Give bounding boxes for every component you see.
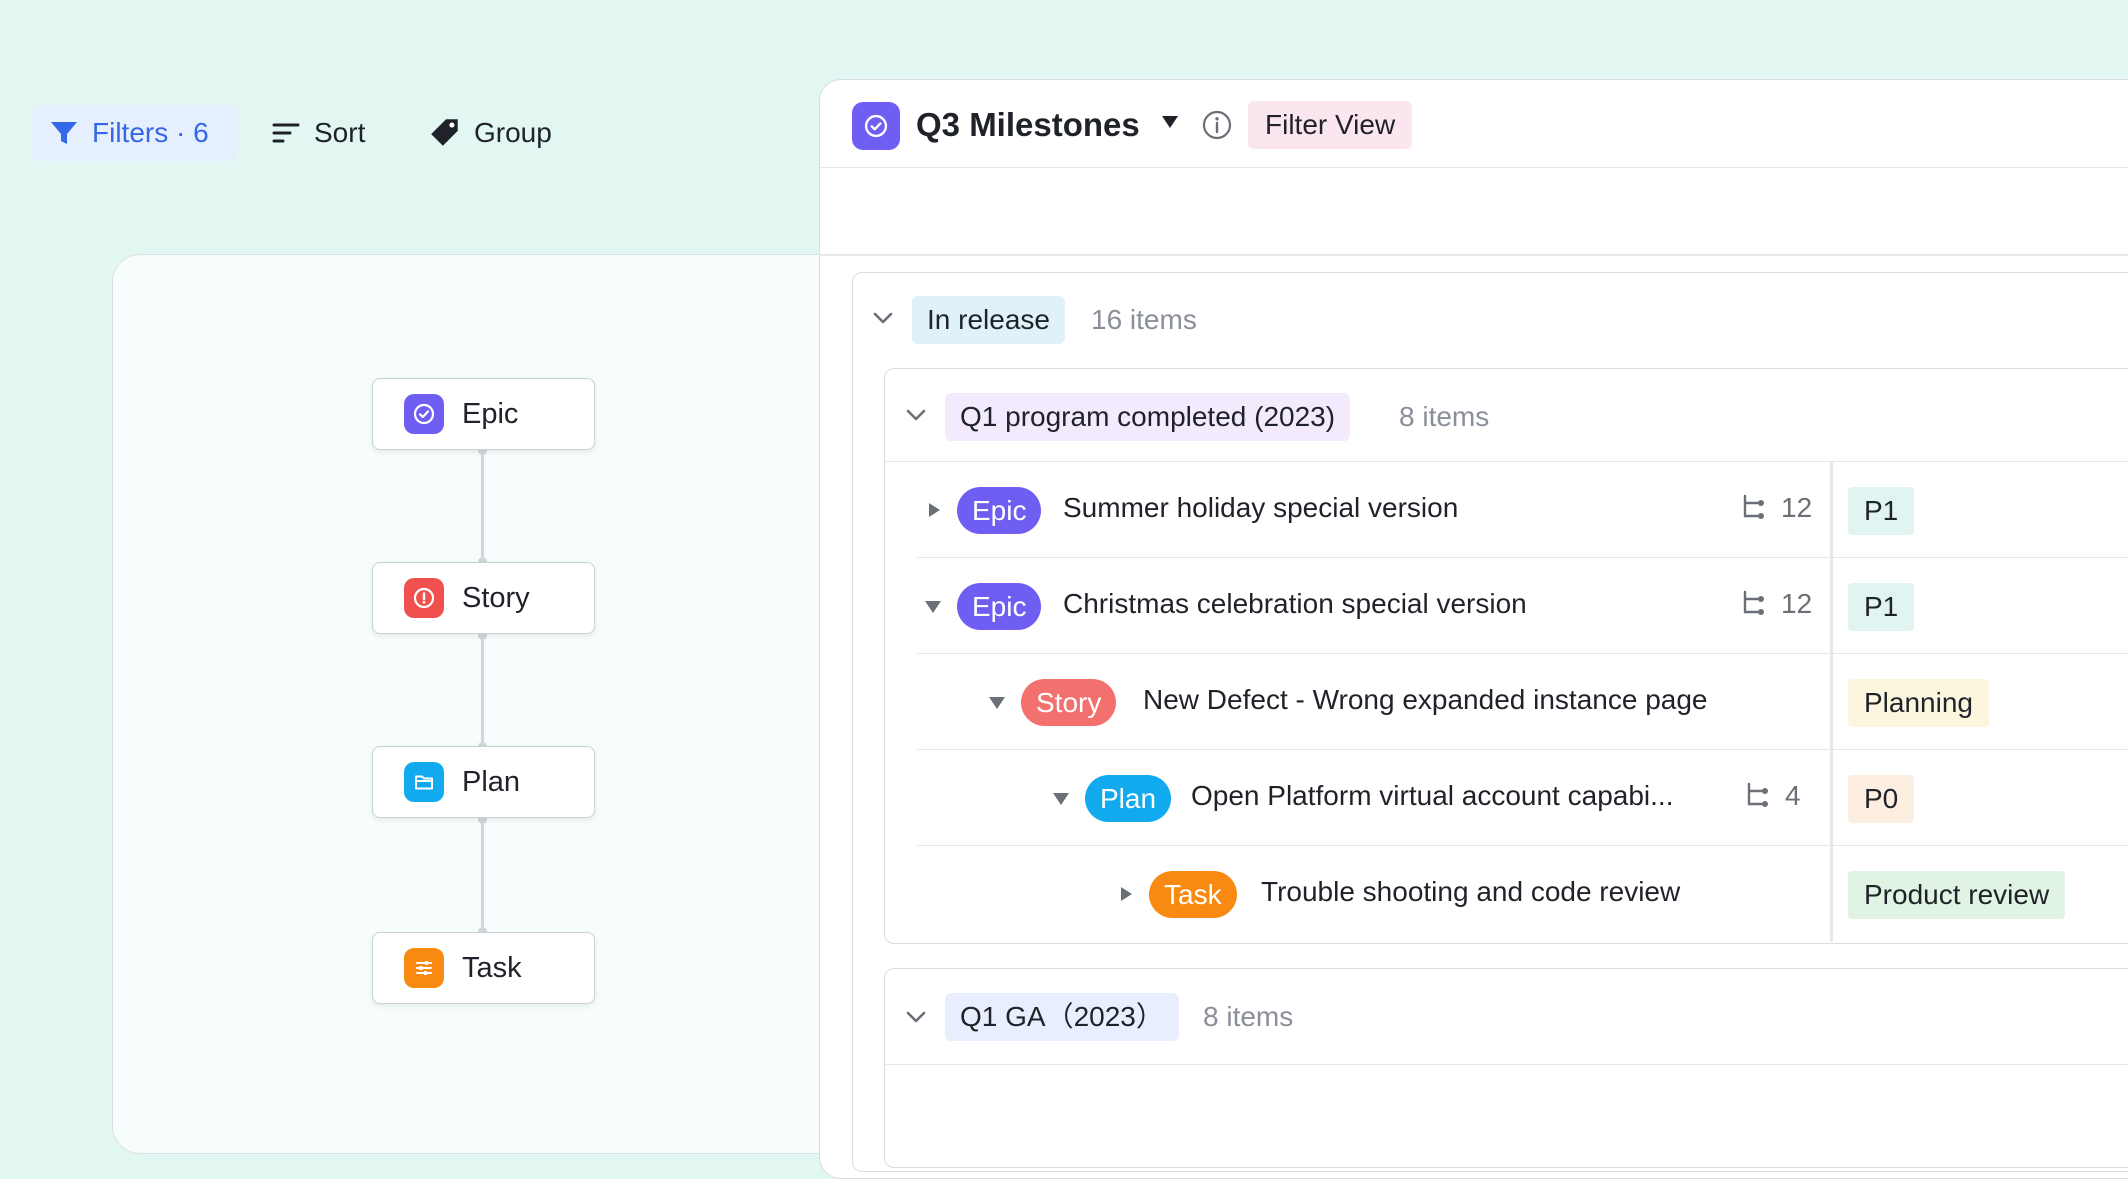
hierarchy-connector (481, 447, 484, 937)
group-label: Group (474, 117, 552, 148)
table-row[interactable]: Task Trouble shooting and code review Pr… (885, 846, 2128, 942)
hierarchy-node-label: Epic (462, 397, 519, 430)
folder-icon (404, 762, 444, 802)
toolbar-divider (819, 254, 2128, 256)
caret-down-icon[interactable] (1051, 791, 1071, 812)
subgroup-label[interactable]: Q1 program completed (2023) (945, 393, 1351, 441)
sort-button[interactable]: Sort (270, 105, 365, 161)
table-row[interactable]: Epic Summer holiday special version 12 P… (885, 462, 2128, 558)
row-title[interactable]: Summer holiday special version (1063, 492, 1458, 524)
hierarchy-node-epic[interactable]: Epic (372, 378, 595, 450)
status-badge[interactable]: Planning (1848, 679, 1989, 727)
chevron-down-icon[interactable] (905, 1009, 927, 1030)
caret-down-icon[interactable] (987, 695, 1007, 716)
subgroup-count: 8 items (1399, 401, 1490, 432)
type-badge-task: Task (1149, 871, 1237, 918)
caret-down-icon[interactable] (923, 599, 943, 620)
caret-down-icon[interactable] (1160, 114, 1180, 135)
tag-icon (431, 119, 458, 146)
status-badge[interactable]: P1 (1848, 583, 1915, 631)
table-row[interactable]: Epic Christmas celebration special versi… (885, 558, 2128, 654)
subgroup-count: 8 items (1203, 1001, 1294, 1032)
view-title[interactable]: Q3 Milestones (916, 106, 1140, 144)
subtask-tree-icon (1747, 782, 1768, 807)
chevron-down-icon[interactable] (872, 310, 894, 331)
check-circle-icon (852, 102, 900, 150)
table-row[interactable]: Plan Open Platform virtual account capab… (885, 750, 2128, 846)
caret-right-icon[interactable] (926, 500, 942, 525)
group-button[interactable]: Group (428, 105, 552, 161)
row-title[interactable]: Christmas celebration special version (1063, 588, 1527, 620)
hierarchy-node-label: Task (462, 951, 522, 984)
subitem-count: 12 (1739, 588, 1812, 620)
hierarchy-node-task[interactable]: Task (372, 932, 595, 1004)
status-badge[interactable]: P0 (1848, 775, 1915, 823)
subgroup-q1-program: Q1 program completed (2023) 8 items Epic… (884, 368, 2128, 944)
hierarchy-node-plan[interactable]: Plan (372, 746, 595, 818)
type-badge-epic: Epic (957, 487, 1042, 534)
sliders-icon (404, 948, 444, 988)
sort-label: Sort (314, 117, 366, 148)
funnel-icon (51, 122, 77, 144)
row-title[interactable]: Open Platform virtual account capabi... (1191, 780, 1673, 812)
hierarchy-node-label: Story (462, 581, 530, 614)
subgroup-label[interactable]: Q1 GA（2023） (945, 993, 1179, 1041)
check-circle-icon (404, 394, 444, 434)
row-title[interactable]: New Defect - Wrong expanded instance pag… (1143, 684, 1707, 716)
status-badge[interactable]: Product review (1848, 871, 2066, 919)
subgroup-header: Q1 program completed (2023) 8 items (885, 369, 2128, 462)
type-badge-plan: Plan (1085, 775, 1172, 822)
type-badge-epic: Epic (957, 583, 1042, 630)
status-badge[interactable]: P1 (1848, 487, 1915, 535)
filters-label: Filters · 6 (92, 117, 209, 148)
sort-icon (272, 123, 300, 143)
subitem-count: 12 (1739, 492, 1812, 524)
group-label[interactable]: In release (912, 296, 1065, 344)
group-count: 16 items (1091, 304, 1197, 335)
subtask-tree-icon (1743, 494, 1764, 519)
subitem-count: 4 (1743, 780, 1801, 812)
hierarchy-node-label: Plan (462, 765, 521, 798)
chevron-down-icon[interactable] (905, 407, 927, 428)
alert-circle-icon (404, 578, 444, 618)
view-header: Q3 Milestones Filter View (820, 80, 2128, 168)
type-badge-story: Story (1021, 679, 1117, 726)
info-icon[interactable] (1201, 109, 1233, 146)
filters-button[interactable]: Filters · 6 (32, 105, 238, 161)
subgroup-q1-ga: Q1 GA（2023） 8 items (884, 968, 2128, 1168)
filter-view-badge[interactable]: Filter View (1248, 101, 1413, 149)
caret-right-icon[interactable] (1118, 884, 1134, 909)
subtask-tree-icon (1743, 590, 1764, 615)
table-row[interactable]: Story New Defect - Wrong expanded instan… (885, 654, 2128, 750)
subgroup-header: Q1 GA（2023） 8 items (885, 969, 2128, 1065)
row-title[interactable]: Trouble shooting and code review (1261, 876, 1680, 908)
hierarchy-node-story[interactable]: Story (372, 562, 595, 634)
